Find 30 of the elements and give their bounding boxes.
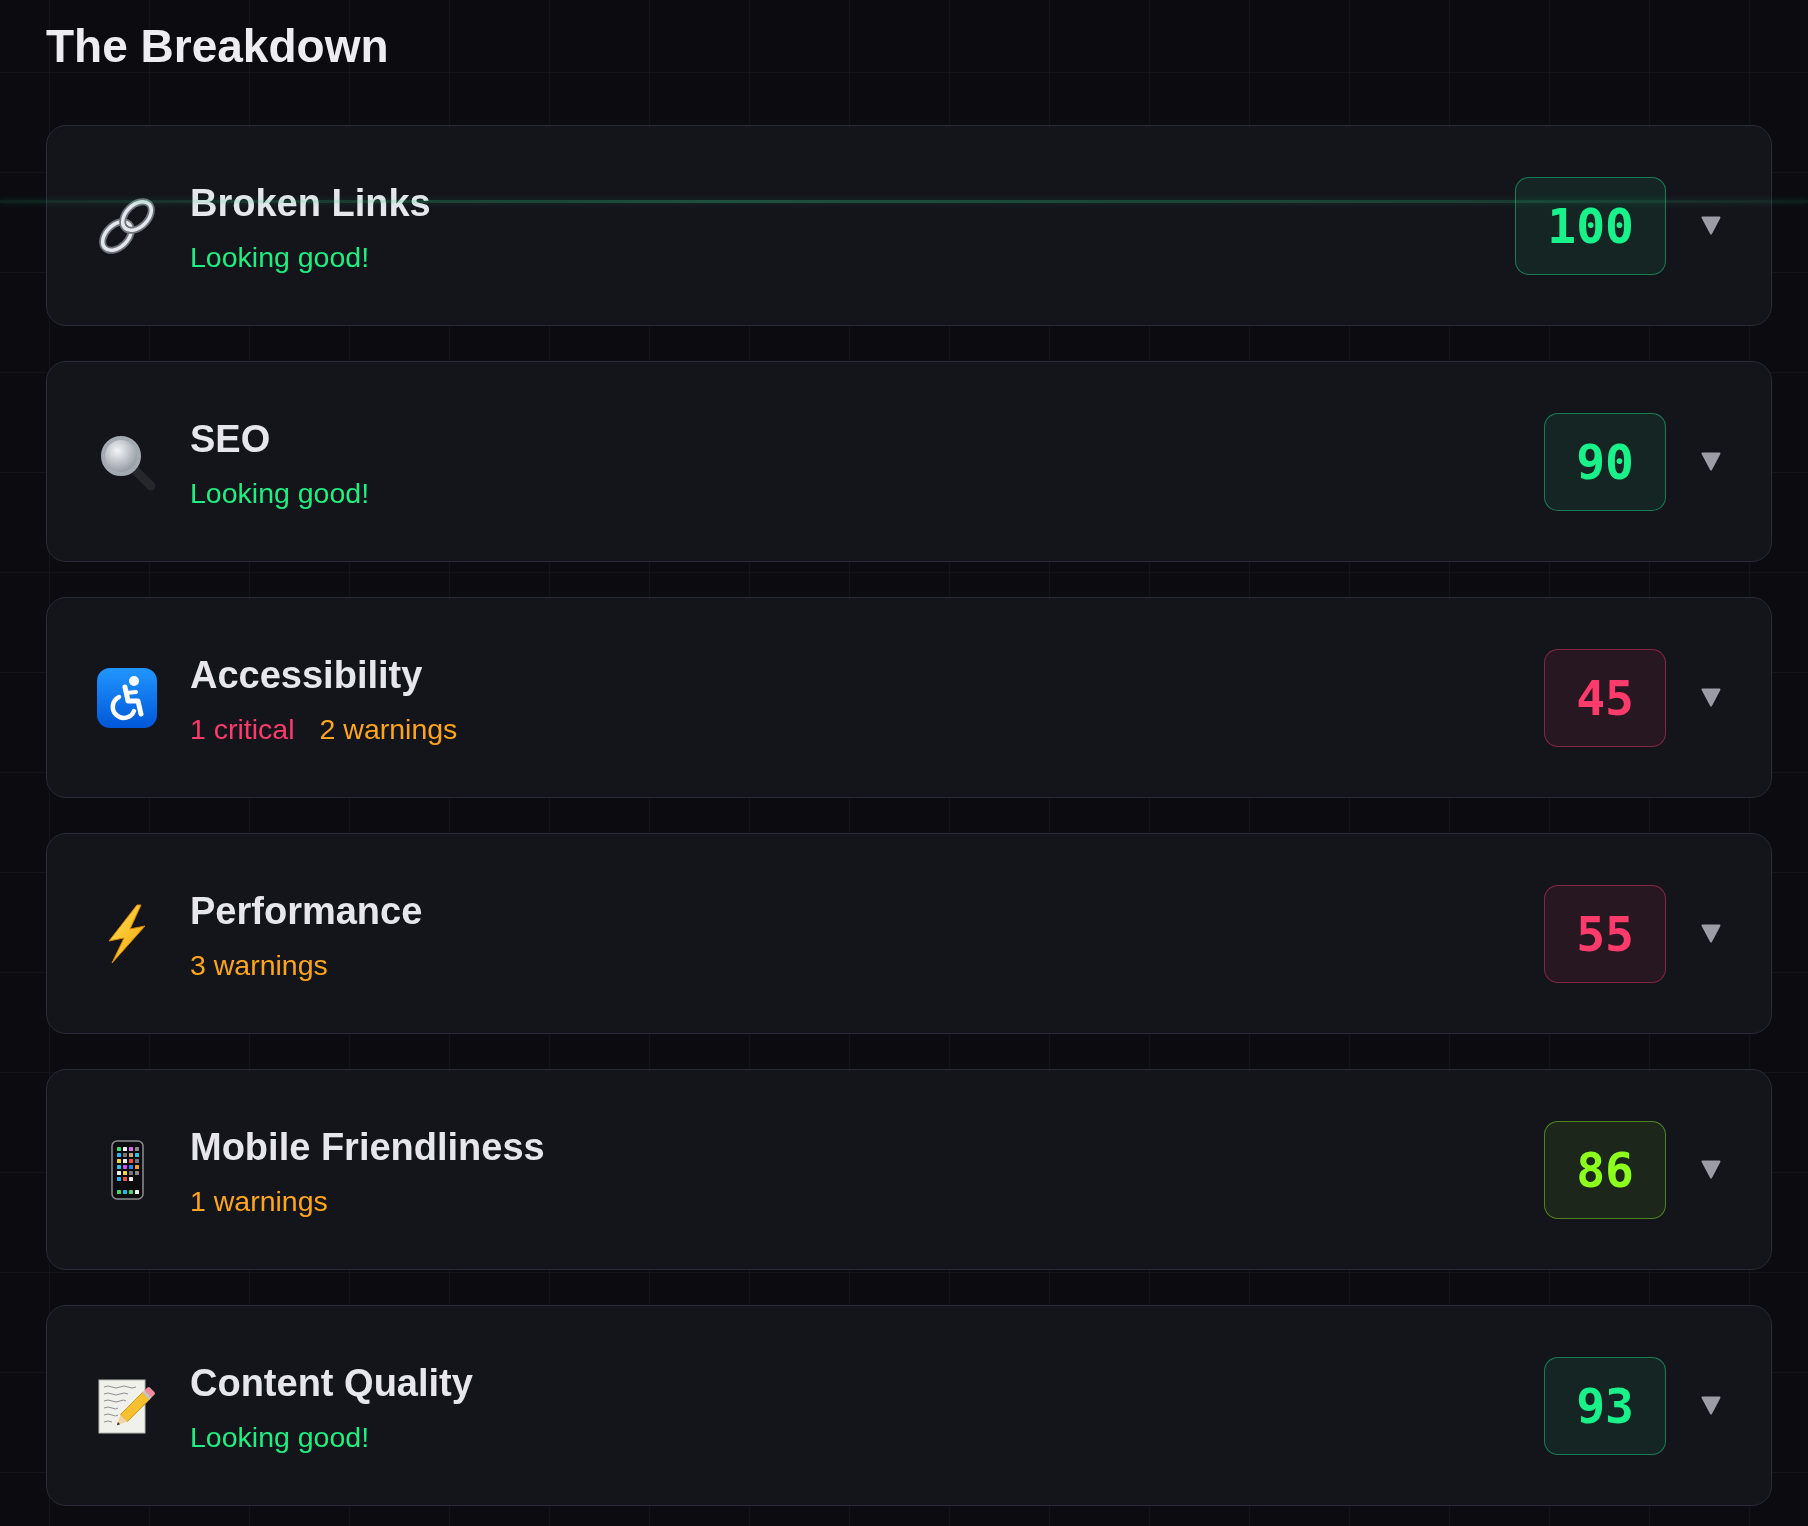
- status-text: 3 warnings: [190, 948, 328, 983]
- category-title: Accessibility: [190, 653, 423, 698]
- caret-icon[interactable]: [1701, 688, 1721, 707]
- category-title: SEO: [190, 417, 271, 462]
- caret-icon[interactable]: [1701, 452, 1721, 471]
- caret-icon[interactable]: [1701, 924, 1721, 943]
- score-badge: 93: [1544, 1356, 1666, 1455]
- status-text: Looking good!: [190, 1420, 370, 1455]
- score-badge: 86: [1544, 1120, 1666, 1219]
- status-text: Looking good!: [190, 476, 370, 511]
- score-badge: 45: [1544, 648, 1666, 747]
- caret-icon[interactable]: [1701, 1160, 1721, 1179]
- caret-icon[interactable]: [1701, 216, 1721, 235]
- status-text: Looking good!: [190, 240, 370, 275]
- page-title: The Breakdown: [46, 19, 389, 73]
- status-text: 1 warnings: [190, 1184, 328, 1219]
- category-title: Content Quality: [190, 1361, 473, 1406]
- mobile-phone-icon: [110, 1139, 144, 1200]
- lightning-bolt-icon: [106, 903, 148, 964]
- caret-icon[interactable]: [1701, 1396, 1721, 1415]
- status-text: 2 warnings: [319, 712, 458, 747]
- chain-link-icon: [97, 195, 157, 256]
- category-title: Mobile Friendliness: [190, 1125, 545, 1170]
- score-badge: 100: [1515, 176, 1666, 275]
- status-text: 1 critical: [190, 712, 295, 747]
- score-badge: 90: [1544, 412, 1666, 511]
- category-title: Broken Links: [190, 181, 431, 226]
- category-title: Performance: [190, 889, 423, 934]
- wheelchair-icon: [97, 667, 157, 728]
- score-badge: 55: [1544, 884, 1666, 983]
